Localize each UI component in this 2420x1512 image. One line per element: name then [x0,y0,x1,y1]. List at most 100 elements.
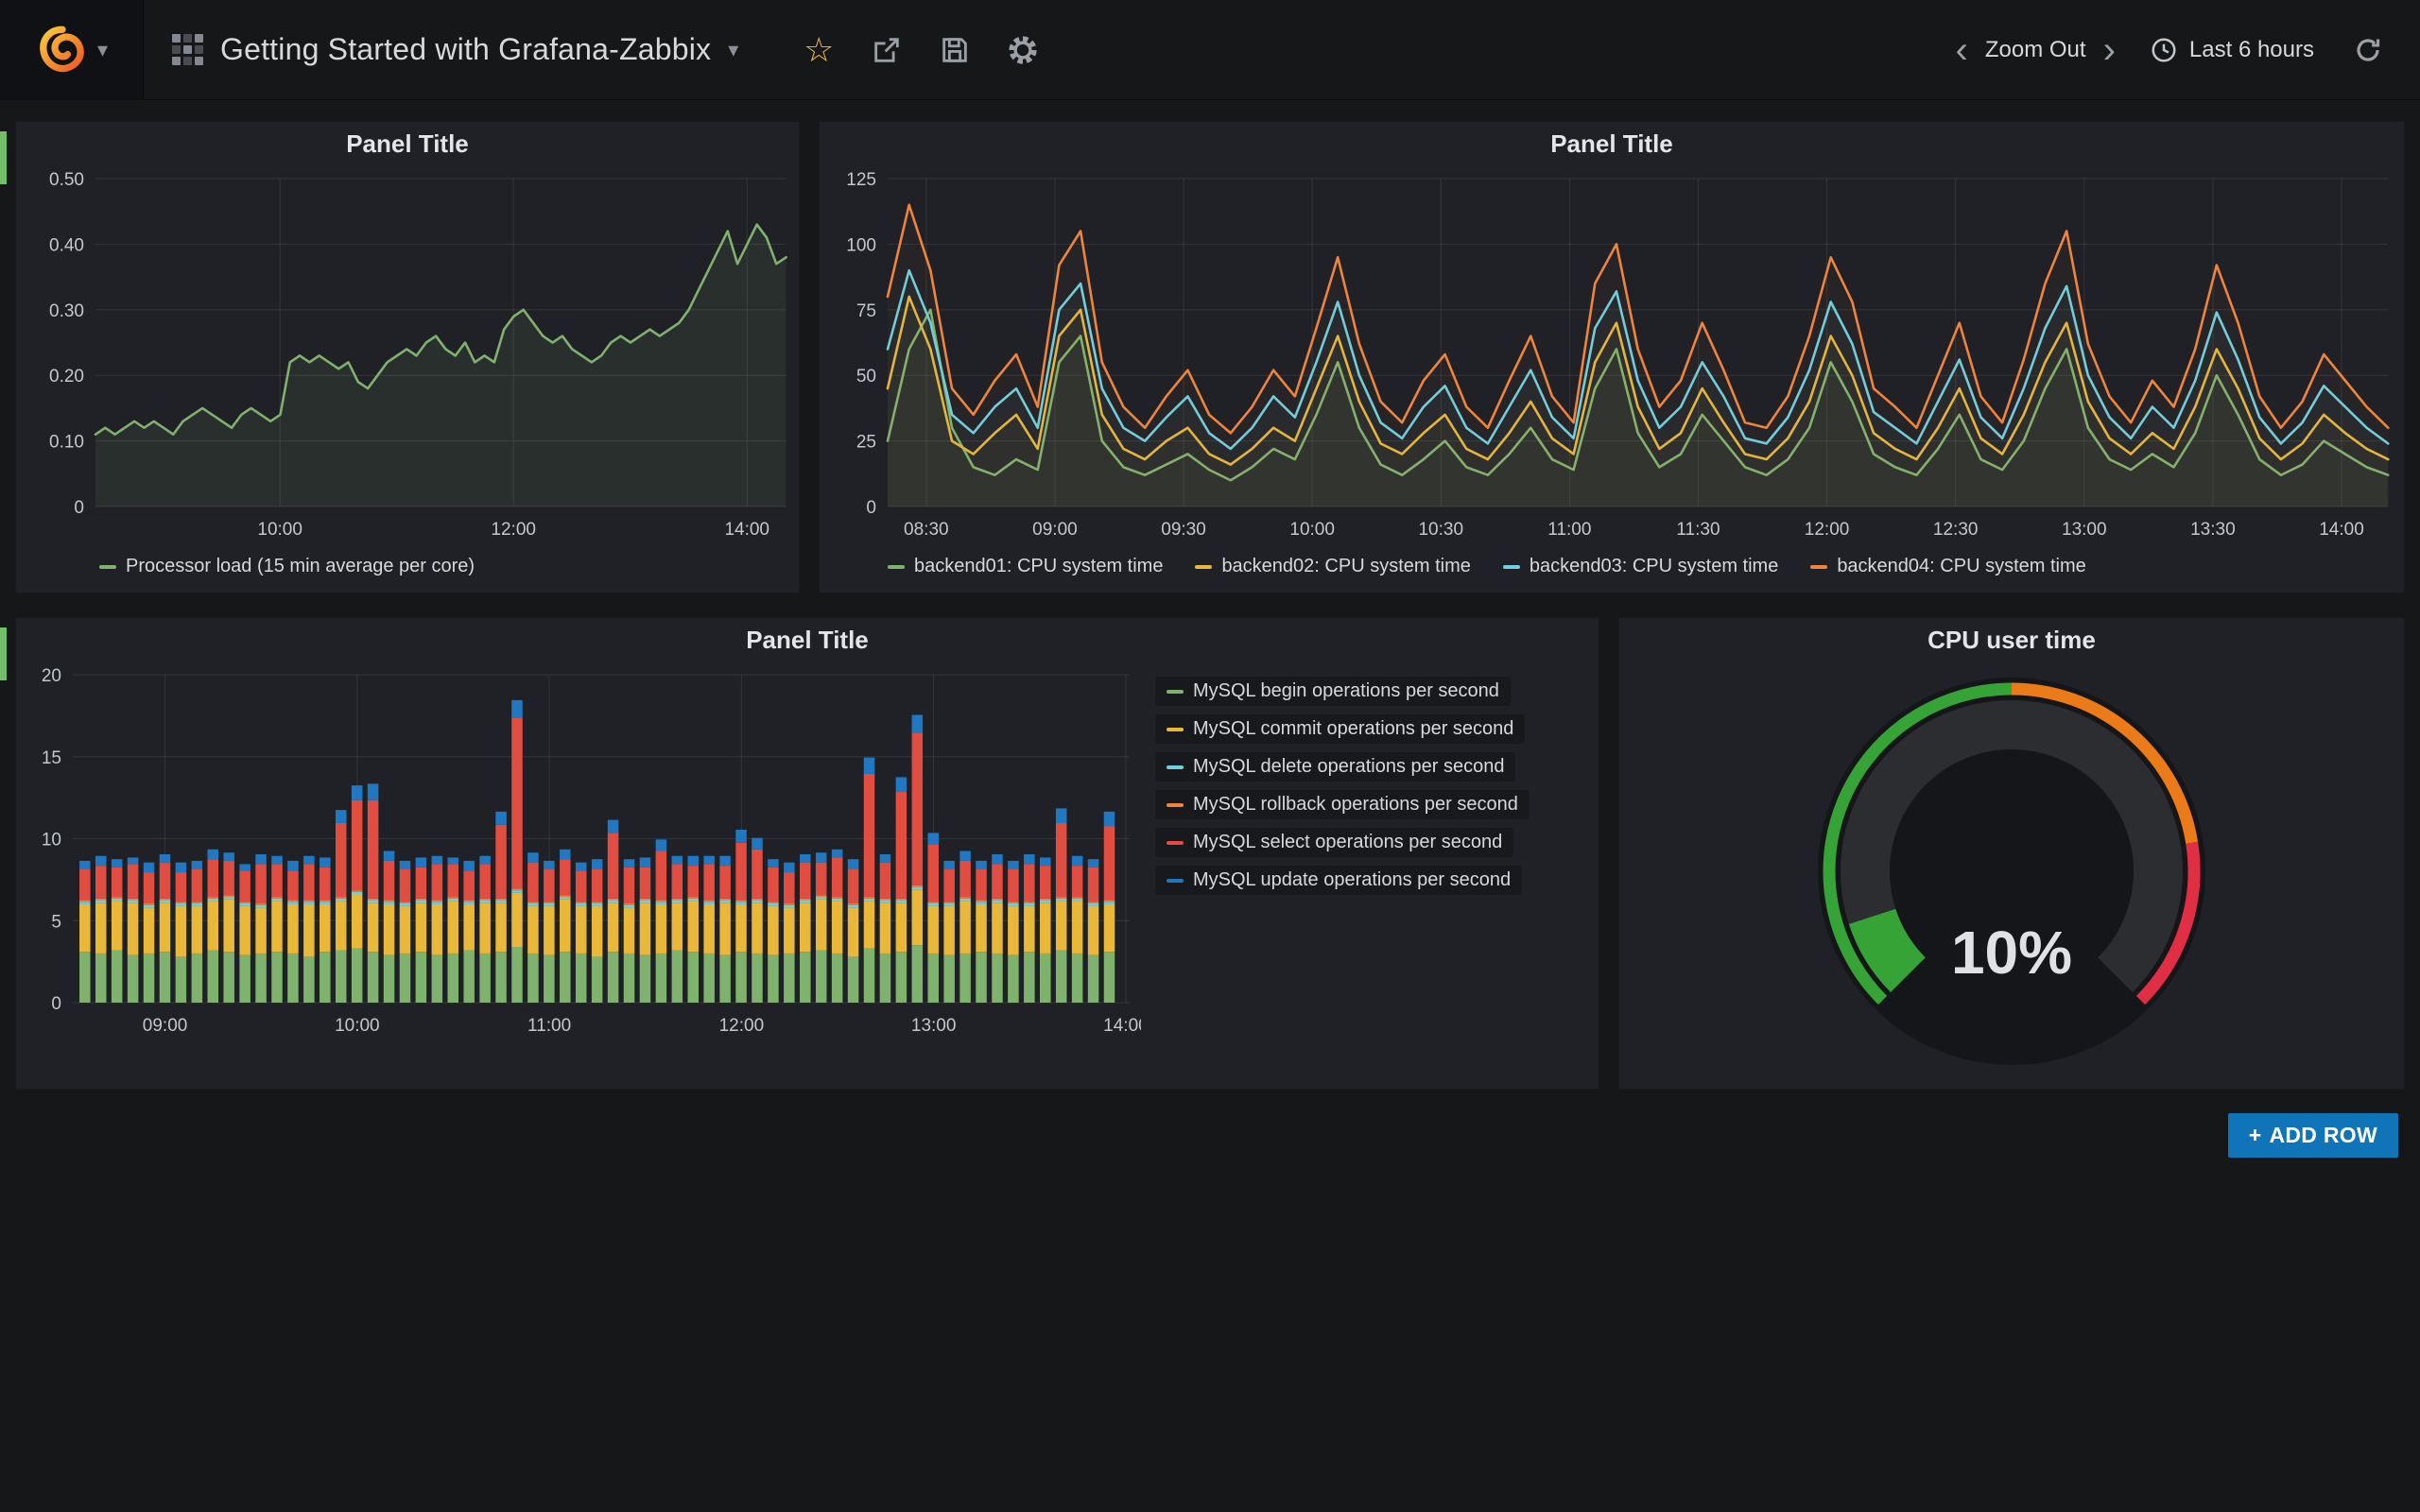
save-icon [939,34,971,66]
legend-color-marker [888,565,905,569]
legend-color-marker [1810,565,1827,569]
cpu-user-time-gauge[interactable]: 10% [1619,662,2404,1087]
zoom-out-button[interactable]: Zoom Out [1985,37,2086,63]
legend-item[interactable]: backend03: CPU system time [1503,556,1778,577]
svg-text:5: 5 [51,912,61,932]
save-button[interactable] [927,22,982,78]
svg-text:0: 0 [74,498,84,518]
cpu-system-time-chart[interactable]: 08:3009:0009:3010:0010:3011:0011:3012:00… [820,165,2403,548]
star-icon: ☆ [804,33,834,67]
svg-text:13:00: 13:00 [2062,520,2107,540]
row-collapse-strip[interactable] [0,131,7,184]
time-range-picker[interactable]: Last 6 hours [2133,36,2331,64]
share-icon [871,34,903,66]
panel-title[interactable]: Panel Title [16,122,799,165]
panel-title[interactable]: Panel Title [820,122,2404,165]
dashboard-title: Getting Started with Grafana-Zabbix [220,32,711,67]
chevron-right-icon[interactable]: › [2096,31,2123,69]
svg-text:10:00: 10:00 [1289,520,1335,540]
legend: MySQL begin operations per second MySQL c… [1155,677,1530,895]
svg-text:11:00: 11:00 [1547,520,1591,540]
processor-load-chart[interactable]: 10:0012:0014:0000.100.200.300.400.50 [16,165,801,548]
svg-text:11:30: 11:30 [1676,520,1720,540]
legend-item[interactable]: MySQL commit operations per second [1155,714,1525,744]
gear-icon [1006,33,1040,67]
svg-text:15: 15 [42,748,61,768]
legend-item[interactable]: MySQL rollback operations per second [1155,790,1530,819]
svg-text:13:30: 13:30 [2190,520,2236,540]
legend-color-marker [1167,803,1184,807]
legend-label: MySQL commit operations per second [1193,718,1513,740]
dashboard-grid: Panel Title 10:0012:0014:0000.100.200.30… [0,100,2420,1158]
panel-cpu-system-time: Panel Title 08:3009:0009:3010:0010:3011:… [819,121,2405,593]
legend-label: MySQL delete operations per second [1193,756,1504,778]
settings-button[interactable] [995,22,1050,78]
dashboard-grid-icon [172,34,203,65]
dashboard-actions: ☆ [791,0,1050,99]
svg-text:20: 20 [42,666,61,686]
legend-label: backend03: CPU system time [1530,556,1778,577]
add-row-button[interactable]: + ADD ROW [2228,1113,2398,1158]
legend-label: backend01: CPU system time [914,556,1163,577]
legend-item[interactable]: Processor load (15 min average per core) [99,556,475,577]
svg-text:14:00: 14:00 [724,520,769,540]
panel-title[interactable]: Panel Title [16,618,1599,662]
add-row-label: ADD ROW [2269,1123,2377,1148]
svg-text:0.50: 0.50 [49,170,84,190]
svg-text:0: 0 [51,994,61,1014]
svg-text:10:30: 10:30 [1418,520,1463,540]
svg-text:12:00: 12:00 [1805,520,1850,540]
chevron-down-icon: ▾ [728,40,738,60]
legend-label: Processor load (15 min average per core) [126,556,475,577]
row-collapse-strip[interactable] [0,627,7,680]
legend-item[interactable]: MySQL update operations per second [1155,866,1522,895]
refresh-icon [2353,35,2383,65]
svg-text:10:00: 10:00 [257,520,302,540]
legend-item[interactable]: MySQL begin operations per second [1155,677,1511,706]
refresh-button[interactable] [2341,22,2395,78]
legend-color-marker [99,565,116,569]
svg-text:0.40: 0.40 [49,235,84,255]
legend-item[interactable]: MySQL delete operations per second [1155,752,1515,782]
svg-text:0.30: 0.30 [49,301,84,321]
svg-text:12:30: 12:30 [1933,520,1979,540]
legend-color-marker [1167,690,1184,694]
svg-text:13:00: 13:00 [911,1016,957,1036]
legend-item[interactable]: backend02: CPU system time [1195,556,1470,577]
share-button[interactable] [859,22,914,78]
add-row-container: + ADD ROW [15,1113,2405,1158]
svg-text:0: 0 [866,498,876,518]
legend-label: backend02: CPU system time [1221,556,1470,577]
mysql-operations-chart[interactable]: 09:0010:0011:0012:0013:0014:0005101520 [16,662,1141,1044]
svg-text:50: 50 [856,367,876,387]
time-controls: ‹ Zoom Out › Last 6 hours [1948,0,2420,99]
favorite-button[interactable]: ☆ [791,22,846,78]
chevron-down-icon: ▾ [97,40,108,60]
svg-text:25: 25 [856,433,876,453]
legend-item[interactable]: backend04: CPU system time [1810,556,2085,577]
legend-color-marker [1167,728,1184,731]
legend-color-marker [1167,841,1184,845]
legend-label: MySQL begin operations per second [1193,680,1499,702]
panel-processor-load: Panel Title 10:0012:0014:0000.100.200.30… [15,121,800,593]
time-range-label: Last 6 hours [2189,37,2314,63]
svg-text:0.10: 0.10 [49,433,84,453]
svg-text:12:00: 12:00 [491,520,536,540]
svg-text:09:00: 09:00 [143,1016,188,1036]
navbar: ▾ Getting Started with Grafana-Zabbix ▾ … [0,0,2420,100]
dashboard-row-1: Panel Title 10:0012:0014:0000.100.200.30… [15,121,2405,593]
dashboard-title-button[interactable]: Getting Started with Grafana-Zabbix ▾ [144,0,767,99]
svg-text:10: 10 [42,831,61,850]
gauge-value: 10% [1951,919,2072,987]
legend-label: backend04: CPU system time [1837,556,2085,577]
legend-item[interactable]: MySQL select operations per second [1155,828,1513,857]
legend: Processor load (15 min average per core) [16,548,799,577]
panel-mysql-operations: Panel Title 09:0010:0011:0012:0013:0014:… [15,617,1599,1090]
svg-text:12:00: 12:00 [719,1016,765,1036]
chevron-left-icon[interactable]: ‹ [1948,31,1976,69]
panel-title[interactable]: CPU user time [1619,618,2404,662]
legend: backend01: CPU system time backend02: CPU… [820,548,2404,577]
grafana-logo-button[interactable]: ▾ [0,0,144,99]
svg-text:09:00: 09:00 [1032,520,1078,540]
legend-item[interactable]: backend01: CPU system time [888,556,1163,577]
